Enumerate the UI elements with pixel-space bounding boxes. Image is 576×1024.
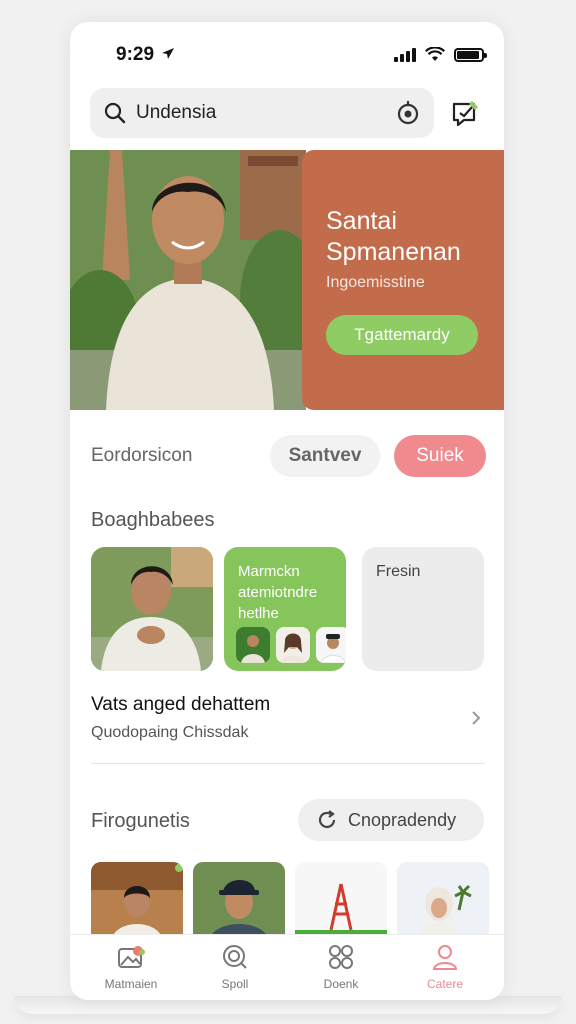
filter-chip[interactable]: Santvev [270,435,380,477]
gallery-thumb[interactable] [193,862,285,942]
section-title: Boaghbabees [91,509,215,531]
featured-card-green[interactable]: Marmckn atemiotndre hetlhe [224,547,346,671]
hero-subtitle: Ingoemisstine [326,274,425,291]
status-bar: 9:29 [70,22,504,88]
tab-profile[interactable]: Catere [400,943,490,991]
card-text: Fresin [376,563,421,580]
card-text: Marmckn atemiotndre hetlhe [238,563,318,622]
list-item[interactable]: Vats anged dehattem Quodopaing Chissdak [91,690,485,764]
hero-photo [70,150,306,410]
hero-cta-button[interactable]: Tgattemardy [326,315,478,355]
cellular-signal-icon [394,47,416,62]
featured-card-photo[interactable] [91,547,213,671]
chevron-right-icon [472,711,481,725]
avatar [236,627,270,663]
grid-icon [329,945,353,969]
status-time: 9:29 [116,44,175,66]
gallery-thumb[interactable] [91,862,183,942]
search-bar[interactable]: Undensia [90,88,434,138]
hero-banner[interactable]: Santai Spmanenan Ingoemisstine Tgattemar… [70,150,504,410]
tab-home[interactable]: Matmaien [86,943,176,991]
list-item-title: Vats anged dehattem [91,694,271,715]
avatar [316,627,346,663]
refresh-icon [318,810,336,829]
hero-panel: Santai Spmanenan Ingoemisstine Tgattemar… [302,150,504,410]
gallery-thumb[interactable] [397,862,489,942]
search-input[interactable]: Undensia [136,102,216,124]
phone-screen: 9:29 Undensia Santai Spmanenan Ingoemiss… [70,22,504,1000]
bottom-tab-bar: Matmaien Spoll Doenk Catere [70,934,504,1000]
section-title-2: Firogunetis [91,810,190,832]
tab-label: Doenk [323,977,359,991]
tab-label: Catere [426,977,464,991]
refresh-button[interactable]: Cnopradendy [298,799,484,841]
refresh-button-label: Cnopradendy [348,809,457,830]
profile-icon [432,945,458,970]
tab-search[interactable]: Spoll [190,943,280,991]
featured-card-gray[interactable]: Fresin [362,547,484,671]
battery-icon [454,47,487,62]
gallery-thumb[interactable] [295,862,387,942]
wifi-icon [425,47,445,61]
search-icon [223,945,247,969]
voice-search-icon[interactable] [394,99,422,127]
photo-icon [118,946,145,968]
avatar [276,627,310,663]
edit-message-icon[interactable] [450,98,482,130]
list-item-subtitle: Quodopaing Chissdak [91,724,249,741]
hero-title: Santai Spmanenan [326,207,461,266]
filter-chip-active[interactable]: Suiek [394,435,486,477]
tab-grid[interactable]: Doenk [296,943,386,991]
tab-label: Matmaien [104,977,158,991]
search-icon [104,102,126,124]
location-arrow-icon [162,48,175,59]
filter-label: Eordorsicon [91,445,193,466]
tab-label: Spoll [221,977,249,991]
